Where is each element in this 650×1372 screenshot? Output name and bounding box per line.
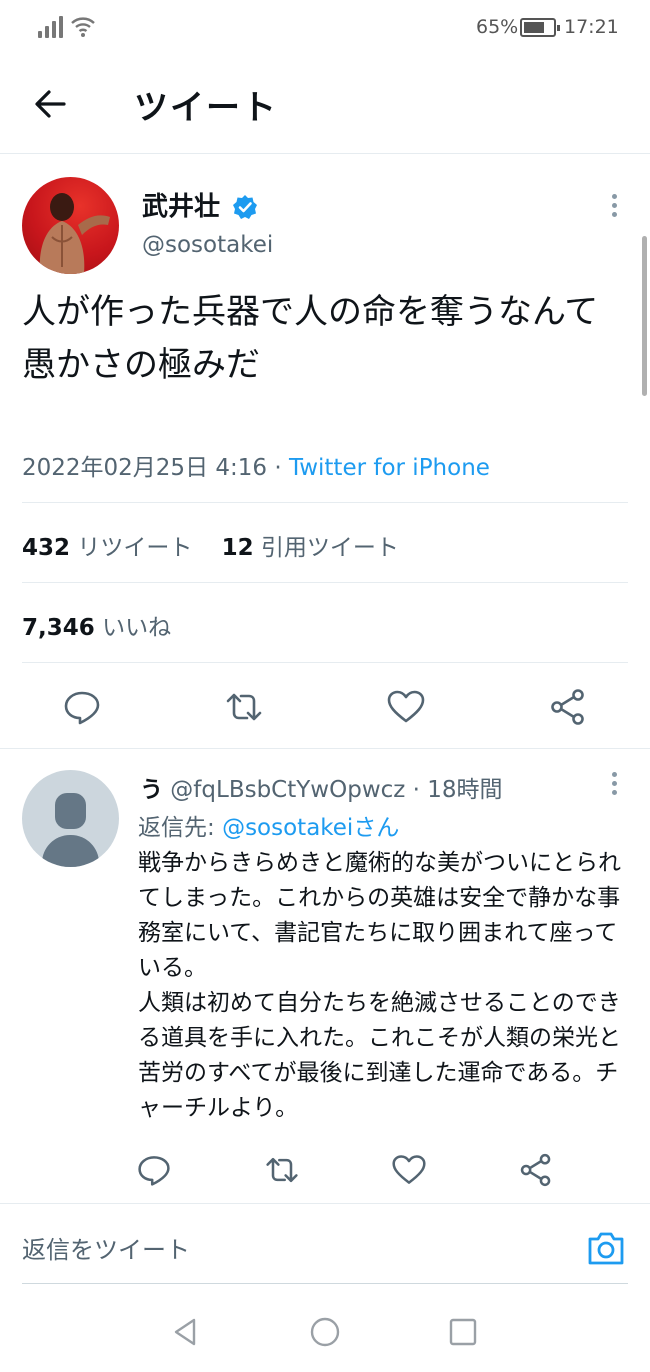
tweet-date: 2022年02月25日 4:16 · [22, 455, 289, 481]
heart-icon[interactable] [386, 687, 426, 727]
clock: 17:21 [564, 16, 619, 38]
retweets-stat[interactable]: 432 リツイート [22, 535, 192, 561]
section-separator [0, 748, 650, 749]
retweets-count: 432 [22, 535, 71, 561]
reply-share-icon[interactable] [518, 1152, 554, 1188]
reply-compose-input[interactable]: 返信をツイート [22, 1230, 190, 1265]
comment-icon[interactable] [62, 687, 102, 727]
verified-badge-icon [233, 195, 257, 219]
avatar-image [39, 193, 110, 274]
reply-author-name[interactable]: う [140, 777, 163, 803]
avatar[interactable] [22, 177, 119, 274]
page-title: ツイート [134, 88, 278, 128]
tweet-source-link[interactable]: Twitter for iPhone [289, 455, 490, 481]
author-name[interactable]: 武井壮 [142, 186, 220, 223]
reply-more-options-icon[interactable] [604, 770, 624, 800]
quotes-stat[interactable]: 12 引用ツイート [222, 535, 399, 561]
quotes-count: 12 [221, 535, 254, 561]
divider [22, 582, 628, 583]
share-icon[interactable] [548, 687, 588, 727]
divider [22, 662, 628, 663]
more-options-icon[interactable] [604, 192, 624, 222]
replying-to: 返信先: @sosotakeiさん [138, 808, 399, 842]
likes-stat[interactable]: 7,346 いいね [22, 608, 171, 642]
camera-icon[interactable] [586, 1230, 626, 1266]
replying-to-label: 返信先: [138, 815, 223, 841]
scrollbar[interactable] [642, 236, 647, 396]
status-bar: 65% 17:21 [0, 0, 650, 56]
retweets-label: リツイート [77, 535, 193, 561]
battery-percent: 65% [476, 16, 519, 38]
retweet-stats: 432 リツイート 12 引用ツイート [22, 528, 399, 562]
author-handle[interactable]: @sosotakei [142, 232, 273, 258]
reply-text: 戦争からきらめきと魔術的な美がついにとられてしまった。これからの英雄は安全で静か… [138, 850, 621, 1121]
nav-home-icon[interactable] [309, 1316, 341, 1348]
signal-icon [38, 16, 66, 38]
replying-to-mention[interactable]: @sosotakeiさん [222, 815, 399, 841]
nav-back-icon[interactable] [170, 1316, 202, 1348]
wifi-icon [71, 17, 95, 37]
retweet-icon[interactable] [224, 687, 264, 727]
nav-recents-icon[interactable] [447, 1316, 479, 1348]
section-separator [0, 1203, 650, 1204]
tweet-timestamp: 2022年02月25日 4:16 · Twitter for iPhone [22, 448, 490, 482]
quotes-label: 引用ツイート [260, 535, 399, 561]
reply-comment-icon[interactable] [136, 1152, 172, 1188]
back-arrow-icon[interactable] [30, 84, 70, 124]
reply-header: う @fqLBsbCtYwOpwcz · 18時間 [140, 770, 503, 804]
reply-heart-icon[interactable] [391, 1152, 427, 1188]
likes-count: 7,346 [22, 615, 95, 641]
divider [22, 502, 628, 503]
reply-retweet-icon[interactable] [264, 1152, 300, 1188]
battery-icon [520, 18, 560, 37]
top-bar: ツイート [0, 56, 650, 154]
likes-label: いいね [102, 615, 172, 641]
reply-handle-time[interactable]: @fqLBsbCtYwOpwcz · 18時間 [163, 777, 502, 803]
tweet-text: 人が作った兵器で人の命を奪うなんて 愚かさの極みだ [22, 292, 599, 385]
compose-underline [22, 1283, 628, 1284]
reply-avatar[interactable] [22, 770, 119, 867]
